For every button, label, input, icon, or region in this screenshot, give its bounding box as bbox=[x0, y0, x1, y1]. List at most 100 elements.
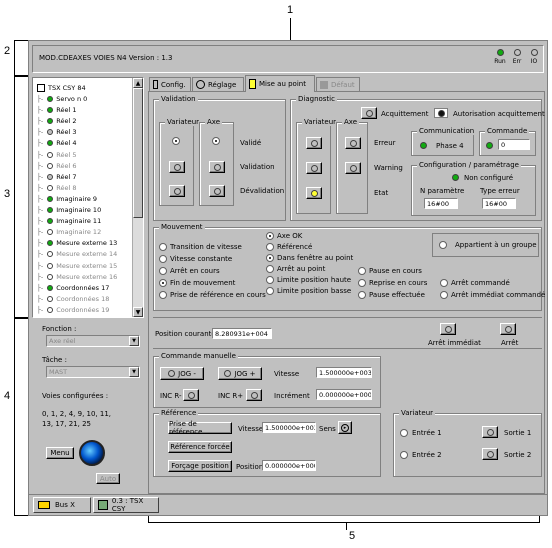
axe-devalidation-button[interactable] bbox=[209, 185, 225, 197]
mode-dial-icon[interactable] bbox=[79, 440, 105, 466]
tree-item[interactable]: ├- Coordonnées 18 bbox=[37, 294, 109, 304]
variateur-devalidation-button[interactable] bbox=[169, 185, 185, 197]
tab-config[interactable]: Config. bbox=[149, 77, 191, 91]
tree-item[interactable]: ├- Réel 5 bbox=[37, 150, 77, 160]
tree-item-label: Réel 5 bbox=[56, 150, 77, 159]
stop-button[interactable] bbox=[500, 323, 516, 335]
status-radio bbox=[266, 232, 274, 240]
tree-item[interactable]: ├- Réel 2 bbox=[37, 116, 77, 126]
channel-tree[interactable]: TSX CSY 84 ├- Servo n 0 ├- Réel 1 ├- Réel 2 ├-… bbox=[32, 77, 144, 318]
jog-minus-button[interactable]: JOG - bbox=[160, 367, 204, 380]
tree-connector: ├- bbox=[37, 139, 44, 148]
variateur-validation-button[interactable] bbox=[169, 161, 185, 173]
output1-button[interactable] bbox=[482, 426, 498, 438]
tree-item-label: Réel 3 bbox=[56, 128, 77, 137]
tab-reglage[interactable]: Réglage bbox=[192, 77, 244, 91]
tree-item[interactable]: ├- Mesure externe 16 bbox=[37, 272, 117, 282]
channel-status-icon bbox=[47, 218, 54, 225]
manual-speed-input[interactable]: 1.500000e+003 bbox=[316, 367, 372, 378]
tree-item[interactable]: ├- Réel 4 bbox=[37, 138, 77, 148]
tree-item[interactable]: ├- Mesure externe 13 bbox=[37, 238, 117, 248]
tree-item[interactable]: ├- Réel 8 bbox=[37, 183, 77, 193]
tree-item[interactable]: ├- Réel 7 bbox=[37, 172, 77, 182]
incr-minus-label: INC R- bbox=[160, 392, 182, 400]
tree-item-label: Mesure externe 16 bbox=[56, 272, 118, 281]
function-select[interactable]: Axe réel ▼ bbox=[46, 335, 140, 347]
diag-axe-group: Axe bbox=[336, 118, 368, 214]
input1-label: Entrée 1 bbox=[412, 429, 442, 437]
task-select[interactable]: MAST ▼ bbox=[46, 366, 140, 378]
incr-plus-label: INC R+ bbox=[218, 392, 244, 400]
increment-input[interactable]: 0.000000e+000 bbox=[316, 389, 372, 400]
chevron-down-icon[interactable]: ▼ bbox=[129, 367, 139, 377]
tree-item-label: Réel 4 bbox=[56, 139, 77, 148]
status-radio bbox=[440, 291, 448, 299]
force-pos-button[interactable]: Forçage position bbox=[168, 460, 232, 472]
tab-tsx-csy[interactable]: 0.3 : TSX CSY bbox=[93, 497, 159, 513]
validation-label: Validation bbox=[240, 163, 275, 171]
rack-icon bbox=[37, 84, 45, 92]
stop-now-button[interactable] bbox=[440, 323, 456, 335]
stop-now-label: Arrêt immédiat bbox=[428, 339, 481, 347]
tree-item-label: Imaginaire 10 bbox=[56, 206, 102, 214]
tree-item[interactable]: ├- Coordonnées 19 bbox=[37, 305, 109, 315]
tree-item[interactable]: ├- Réel 1 bbox=[37, 105, 77, 115]
chevron-down-icon[interactable]: ▼ bbox=[129, 336, 139, 346]
position-row: Position courante 8.280931e+004 Arrêt im… bbox=[153, 317, 542, 349]
ref-speed-input[interactable]: 1.500000e+003 bbox=[262, 422, 316, 433]
validation-group: Validation Variateur Axe Validé Validati… bbox=[153, 95, 286, 221]
tree-item[interactable]: ├- Imaginaire 12 bbox=[37, 227, 101, 237]
tab-mise-au-point[interactable]: Mise au point bbox=[245, 75, 315, 92]
variator-io-group: Variateur Entrée 1 Sortie 1 Entrée 2 Sor… bbox=[393, 409, 542, 477]
tree-item[interactable]: ├- Mesure externe 15 bbox=[37, 261, 117, 271]
mouvement-status: Vitesse constante bbox=[159, 255, 232, 263]
axe-validation-button[interactable] bbox=[209, 161, 225, 173]
tab-bus-x[interactable]: Bus X bbox=[33, 497, 91, 513]
tree-item-label: Imaginaire 9 bbox=[56, 194, 98, 203]
tree-root[interactable]: TSX CSY 84 bbox=[37, 83, 86, 93]
tree-connector: ├- bbox=[37, 117, 44, 126]
fault-icon bbox=[320, 80, 328, 89]
auto-button[interactable]: Auto bbox=[96, 473, 120, 484]
scroll-up-button[interactable]: ▲ bbox=[133, 78, 143, 88]
menu-button[interactable]: Menu bbox=[46, 447, 74, 459]
tree-item[interactable]: ├- Mesure externe 14 bbox=[37, 249, 117, 259]
tree-item[interactable]: ├- Imaginaire 11 bbox=[37, 216, 101, 226]
jog-plus-button[interactable]: JOG + bbox=[218, 367, 262, 380]
header-bar: MOD.CDEAXES VOIES N4 Version : 1.3 Run E… bbox=[32, 45, 544, 73]
ack-button[interactable] bbox=[361, 107, 377, 119]
direction-button[interactable]: ▸ bbox=[338, 421, 352, 434]
gauge-icon bbox=[196, 80, 205, 89]
tree-item-label: Réel 1 bbox=[56, 106, 77, 115]
ack-label: Acquittement bbox=[381, 110, 429, 118]
incr-plus-button[interactable] bbox=[246, 389, 262, 401]
ref-position-input[interactable]: 0.000000e+000 bbox=[262, 460, 316, 471]
led-io: IO bbox=[527, 49, 541, 65]
channel-status-icon bbox=[47, 262, 54, 269]
tree-item[interactable]: ├- Réel 3 bbox=[37, 127, 77, 137]
output2-button[interactable] bbox=[482, 448, 498, 460]
mouvement-status: Prise de référence en cours bbox=[159, 291, 266, 299]
config-status: Non configuré bbox=[464, 174, 514, 182]
take-ref-button[interactable]: Prise de référence bbox=[168, 420, 232, 436]
scroll-down-button[interactable]: ▼ bbox=[133, 307, 143, 317]
tree-item[interactable]: ├- Imaginaire 9 bbox=[37, 194, 97, 204]
tree-item[interactable]: ├- Imaginaire 10 bbox=[37, 205, 101, 215]
tree-item-label: Servo n 0 bbox=[56, 95, 88, 103]
status-radio bbox=[159, 279, 167, 287]
tree-item[interactable]: ├- Coordonnées 17 bbox=[37, 283, 109, 293]
tree-item[interactable]: ├- Réel 6 bbox=[37, 161, 77, 171]
scroll-thumb[interactable] bbox=[133, 88, 143, 218]
tree-connector: ├- bbox=[37, 283, 44, 292]
callout-4: 4 bbox=[4, 390, 11, 402]
forced-ref-button[interactable]: Référence forcée bbox=[168, 441, 232, 453]
tree-scrollbar[interactable]: ▲ ▼ bbox=[132, 78, 143, 317]
err-type-value: 16#00 bbox=[482, 198, 516, 209]
channels-label: Voies configurées : bbox=[42, 392, 109, 400]
status-radio bbox=[159, 255, 167, 263]
channels-line1: 0, 1, 2, 4, 9, 10, 11, bbox=[42, 410, 112, 418]
tree-item[interactable]: ├- Servo n 0 bbox=[37, 94, 87, 104]
incr-minus-button[interactable] bbox=[183, 389, 199, 401]
tab-defaut[interactable]: Défaut bbox=[316, 77, 360, 91]
status-radio bbox=[266, 265, 274, 273]
